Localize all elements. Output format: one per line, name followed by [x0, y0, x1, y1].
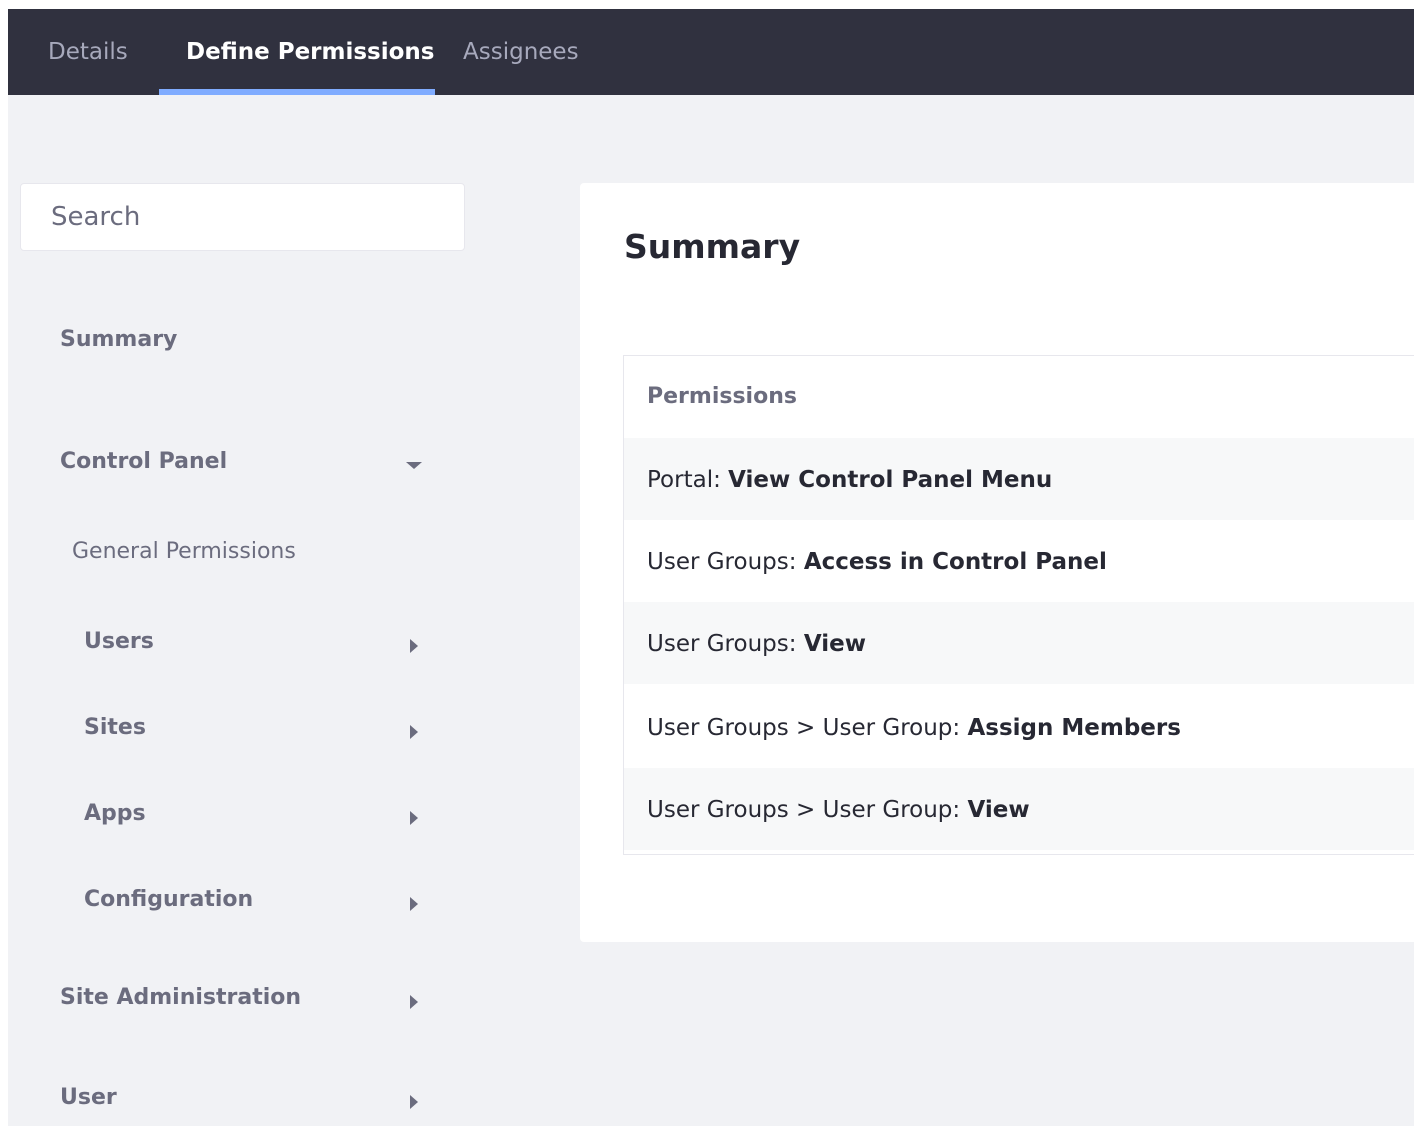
sidebar-item-site-administration[interactable]: Site Administration [60, 985, 301, 1010]
table-header-label: Permissions [647, 384, 797, 409]
chevron-right-icon[interactable] [410, 811, 418, 825]
table-header: Permissions [624, 356, 1414, 438]
tab-assignees[interactable]: Assignees [463, 9, 579, 95]
permission-text: User Groups: View [647, 631, 866, 657]
chevron-right-icon[interactable] [410, 1095, 418, 1109]
sidebar-item-control-panel[interactable]: Control Panel [60, 449, 227, 474]
sidebar-item-general-permissions[interactable]: General Permissions [72, 539, 296, 564]
chevron-right-icon[interactable] [410, 639, 418, 653]
page-title: Summary [624, 227, 801, 266]
active-tab-indicator [159, 89, 435, 95]
search-input[interactable] [20, 183, 465, 251]
sidebar-item-summary[interactable]: Summary [60, 327, 177, 352]
chevron-right-icon[interactable] [410, 725, 418, 739]
table-row: User Groups: View [624, 602, 1414, 684]
permissions-table: Permissions Portal: View Control Panel M… [623, 355, 1414, 855]
table-row: User Groups: Access in Control Panel [624, 520, 1414, 602]
permission-text: User Groups > User Group: Assign Members [647, 715, 1181, 741]
chevron-right-icon[interactable] [410, 995, 418, 1009]
chevron-right-icon[interactable] [410, 897, 418, 911]
page-frame: Details Define Permissions Assignees Sum… [8, 9, 1414, 1126]
sidebar-item-user[interactable]: User [60, 1085, 117, 1110]
summary-card: Summary Permissions Portal: View Control… [580, 183, 1414, 942]
chevron-down-icon[interactable] [406, 462, 422, 469]
tab-define-permissions[interactable]: Define Permissions [186, 9, 435, 95]
sidebar-item-configuration[interactable]: Configuration [84, 887, 253, 912]
sidebar-item-sites[interactable]: Sites [84, 715, 146, 740]
permission-text: User Groups: Access in Control Panel [647, 549, 1107, 575]
top-navigation: Details Define Permissions Assignees [8, 9, 1414, 95]
table-row: Portal: View Control Panel Menu [624, 438, 1414, 520]
tab-details[interactable]: Details [48, 9, 128, 95]
permission-text: Portal: View Control Panel Menu [647, 467, 1053, 493]
table-row: User Groups > User Group: View [624, 768, 1414, 850]
sidebar-item-users[interactable]: Users [84, 629, 154, 654]
sidebar-item-apps[interactable]: Apps [84, 801, 146, 826]
table-row: User Groups > User Group: Assign Members [624, 686, 1414, 768]
permission-text: User Groups > User Group: View [647, 797, 1030, 823]
